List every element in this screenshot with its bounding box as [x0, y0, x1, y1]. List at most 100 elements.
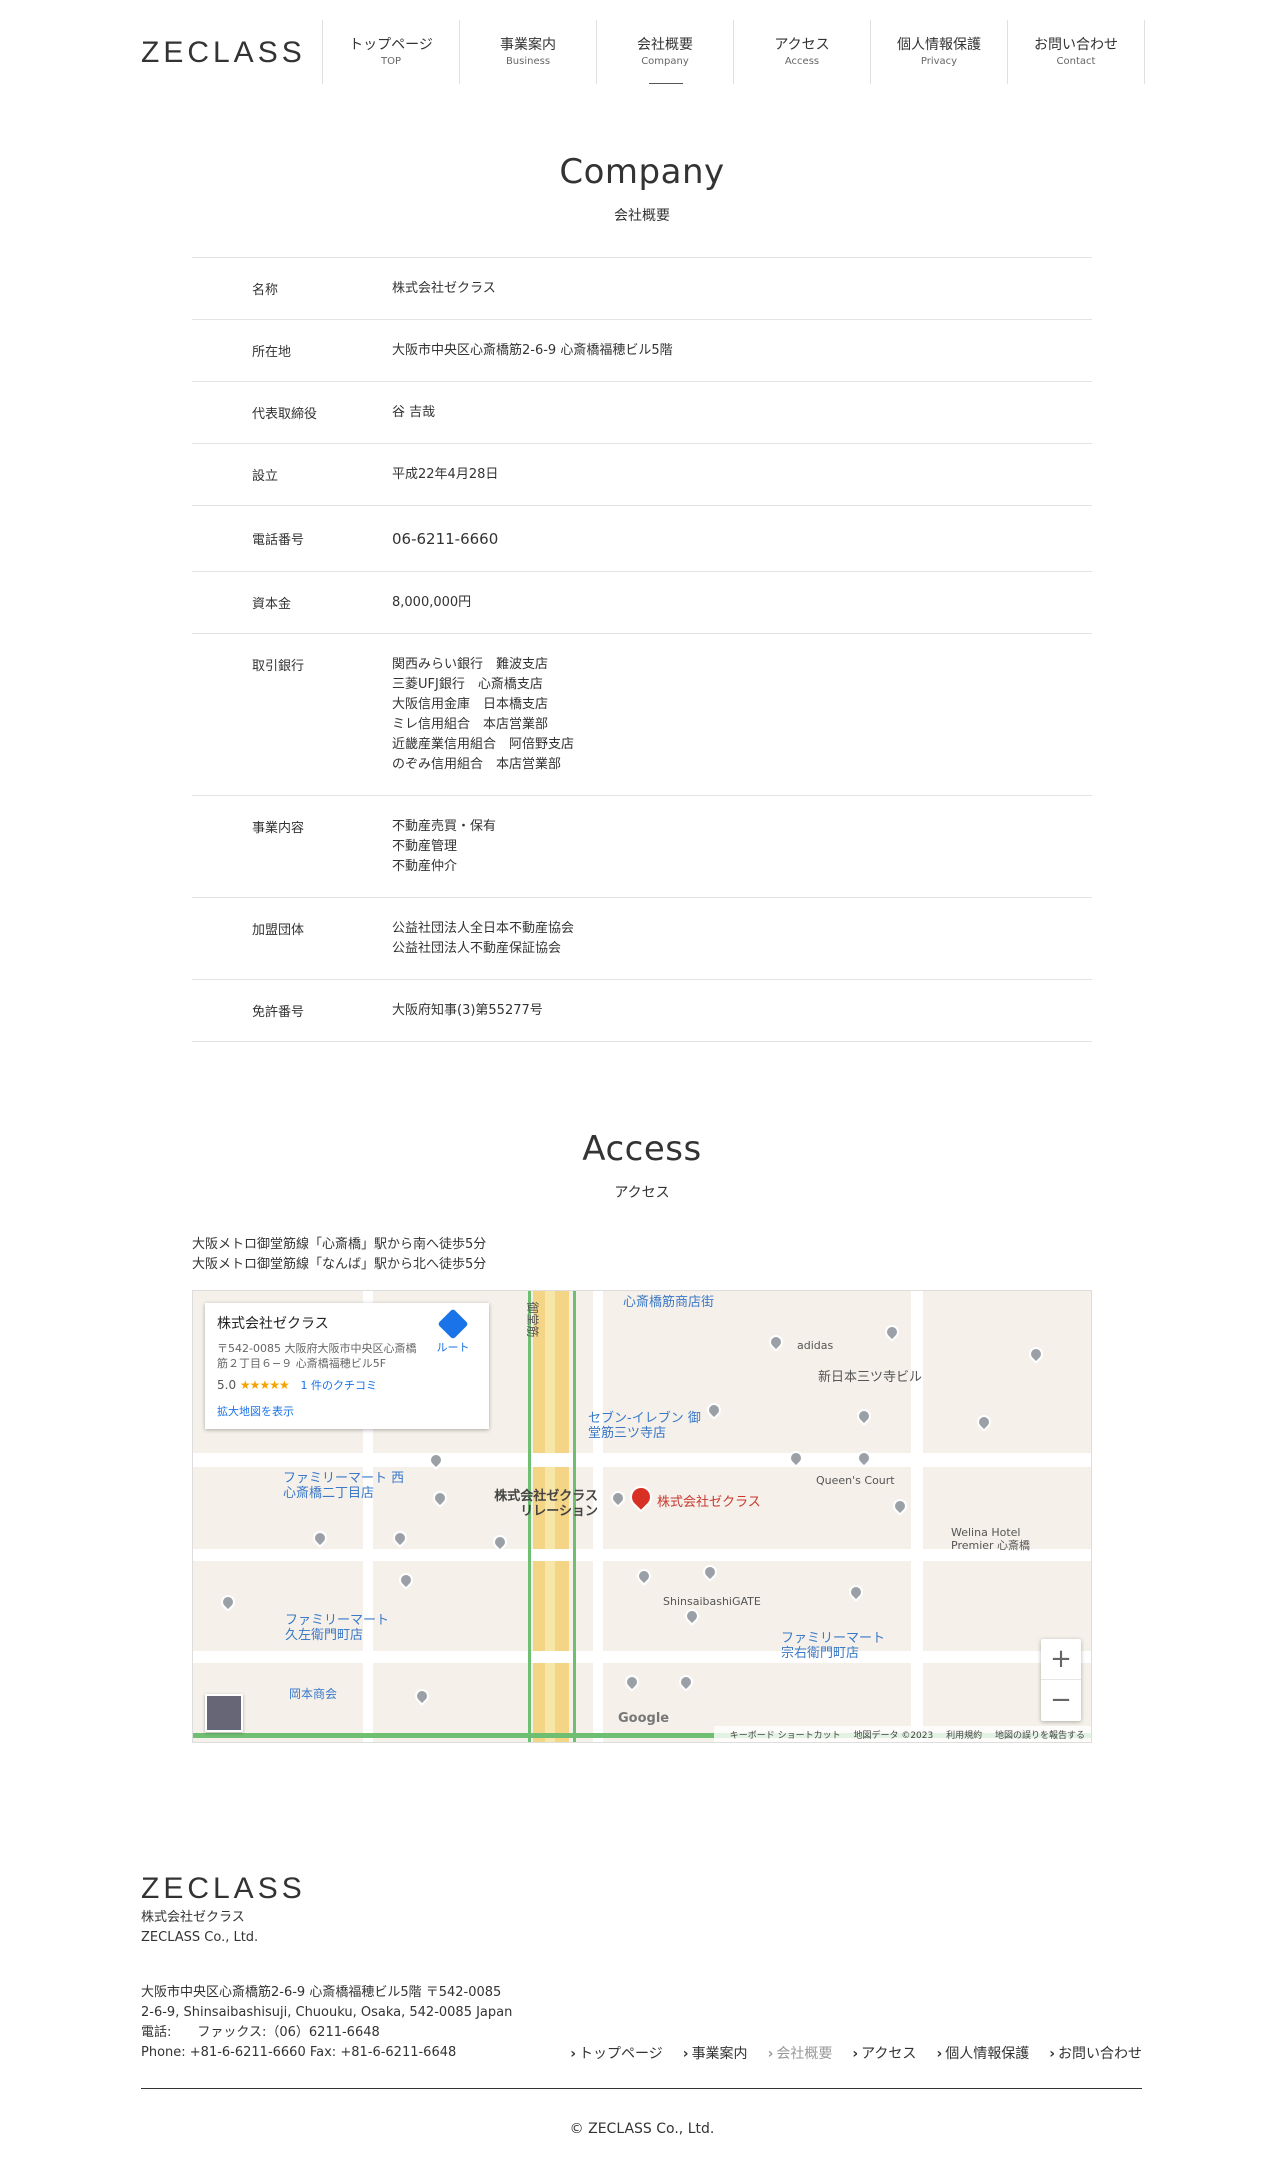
address-line: 2-6-9, Shinsaibashisuji, Chuouku, Osaka,…	[141, 2005, 513, 2020]
map-label-shopping: 心斎橋筋商店街	[623, 1295, 715, 1310]
map-label-mitsudera: 新日本三ツ寺ビル	[818, 1370, 923, 1385]
footer-nav-business[interactable]: › 事業案内	[683, 2043, 748, 2063]
nav-item-business[interactable]: 事業案内 Business	[459, 20, 596, 84]
value-line: 平成22年4月28日	[392, 466, 499, 482]
map-label-seven: セブン-イレブン 御堂筋三ツ寺店	[588, 1411, 701, 1441]
map-pin-icon[interactable]	[682, 1606, 702, 1626]
map-data-text: 地図データ ©2023	[853, 1731, 934, 1741]
map-pin-icon[interactable]	[622, 1672, 642, 1692]
map-label-okamoto: 岡本商会	[289, 1687, 338, 1701]
map-pin-icon[interactable]	[634, 1566, 654, 1586]
google-map[interactable]: 心斎橋筋商店街 セブン-イレブン 御堂筋三ツ寺店 ファミリーマート 西心斎橋二丁…	[192, 1290, 1092, 1743]
footer-logo[interactable]: ZECLASS	[141, 1872, 306, 1906]
table-row: 代表取締役 谷 吉哉	[192, 382, 1092, 444]
map-pin-icon[interactable]	[974, 1412, 994, 1432]
map-pin-icon[interactable]	[218, 1592, 238, 1612]
map-pin-icon[interactable]	[890, 1496, 910, 1516]
nav-label-en: Company	[641, 55, 689, 67]
map-pin-icon[interactable]	[430, 1488, 450, 1508]
nav-item-privacy[interactable]: 個人情報保護 Privacy	[870, 20, 1007, 84]
map-pin-icon[interactable]	[882, 1322, 902, 1342]
map-pin-icon[interactable]	[608, 1488, 628, 1508]
nav-label-ja: 事業案内	[500, 36, 556, 53]
table-row: 取引銀行 関西みらい銀行 難波支店 三菱UFJ銀行 心斎橋支店 大阪信用金庫 日…	[192, 634, 1092, 796]
value-line: のぞみ信用組合 本店営業部	[392, 757, 562, 772]
star-icon: ★★★★★	[239, 1378, 290, 1392]
footer-nav-contact[interactable]: › お問い合わせ	[1049, 2043, 1142, 2063]
value-line: 公益社団法人不動産保証協会	[392, 941, 562, 956]
value-line: 三菱UFJ銀行 心斎橋支店	[392, 677, 543, 692]
row-key: 電話番号	[252, 533, 305, 548]
company-name-en: ZECLASS Co., Ltd.	[141, 1930, 259, 1945]
address-line: Phone: +81-6-6211-6660 Fax: +81-6-6211-6…	[141, 2045, 457, 2060]
route-label: ルート	[436, 1341, 470, 1354]
satellite-toggle[interactable]	[205, 1694, 243, 1732]
company-subtitle: 会社概要	[614, 208, 670, 224]
table-row: 電話番号 06-6211-6660	[192, 506, 1092, 572]
map-marker-icon[interactable]	[625, 1481, 657, 1513]
map-pin-icon[interactable]	[1026, 1344, 1046, 1364]
nav-item-access[interactable]: アクセス Access	[733, 20, 870, 84]
nav-item-company[interactable]: 会社概要 Company	[596, 20, 733, 84]
zoom-in-button[interactable]: +	[1041, 1639, 1081, 1680]
map-pin-icon[interactable]	[854, 1406, 874, 1426]
keyboard-shortcuts-link[interactable]: キーボード ショートカット	[730, 1731, 841, 1741]
footer-nav-access[interactable]: › アクセス	[852, 2043, 916, 2063]
zoom-out-button[interactable]: −	[1041, 1680, 1081, 1721]
map-pin-icon[interactable]	[846, 1582, 866, 1602]
footer-nav-company[interactable]: › 会社概要	[768, 2043, 833, 2063]
nav-item-top[interactable]: トップページ TOP	[322, 20, 459, 84]
row-key: 代表取締役	[252, 407, 318, 422]
nav-item-contact[interactable]: お問い合わせ Contact	[1007, 20, 1144, 84]
larger-map-link[interactable]: 拡大地図を表示	[217, 1403, 477, 1419]
nav-label-ja: 個人情報保護	[897, 36, 981, 53]
value-line: 近畿産業信用組合 阿倍野支店	[392, 737, 575, 752]
footer-nav-top[interactable]: › トップページ	[570, 2043, 663, 2063]
terms-link[interactable]: 利用規約	[946, 1731, 982, 1741]
map-pin-icon[interactable]	[396, 1570, 416, 1590]
table-row: 所在地 大阪市中央区心斎橋筋2-6-9 心斎橋福穂ビル5階	[192, 320, 1092, 382]
nav-label-ja: トップページ	[349, 36, 433, 53]
nav-label-en: Business	[505, 55, 551, 67]
reviews-link[interactable]: 1 件のクチコミ	[301, 1379, 378, 1392]
row-key: 所在地	[252, 345, 292, 360]
report-error-link[interactable]: 地図の誤りを報告する	[995, 1731, 1085, 1741]
table-row: 事業内容 不動産売買・保有 不動産管理 不動産仲介	[192, 796, 1092, 898]
nav-label-ja: アクセス	[774, 36, 830, 53]
nav-label-en: Access	[784, 55, 820, 67]
site-logo[interactable]: ZECLASS	[141, 36, 306, 70]
site-header: ZECLASS トップページ TOP 事業案内 Business 会社概要 Co…	[0, 0, 1284, 96]
nav-label-ja: 会社概要	[637, 36, 693, 53]
value-line: 株式会社ゼクラス	[392, 280, 496, 296]
footer-nav-label: トップページ	[579, 2046, 663, 2062]
map-pin-icon[interactable]	[676, 1672, 696, 1692]
row-key: 加盟団体	[252, 923, 305, 938]
row-key: 設立	[252, 469, 279, 484]
map-road	[193, 1651, 1091, 1663]
main-nav: トップページ TOP 事業案内 Business 会社概要 Company アク…	[322, 20, 1145, 84]
map-pin-icon[interactable]	[310, 1528, 330, 1548]
nav-label-en: Privacy	[920, 55, 958, 67]
map-pin-icon[interactable]	[412, 1686, 432, 1706]
route-button[interactable]: ルート	[431, 1308, 475, 1355]
footer-nav-privacy[interactable]: › 個人情報保護	[936, 2043, 1029, 2063]
value-line: 不動産管理	[392, 839, 458, 854]
row-value: 大阪市中央区心斎橋筋2-6-9 心斎橋福穂ビル5階	[392, 341, 1092, 361]
map-label-gate: ShinsaibashiGATE	[663, 1595, 761, 1608]
footer-nav-label: 会社概要	[776, 2046, 833, 2062]
row-value: 大阪府知事(3)第55277号	[392, 1001, 1092, 1021]
row-value: 公益社団法人全日本不動産協会 公益社団法人不動産保証協会	[392, 919, 1092, 979]
footer-nav-label: お問い合わせ	[1058, 2046, 1142, 2062]
map-pin-icon[interactable]	[700, 1562, 720, 1582]
map-label-family1: ファミリーマート 西心斎橋二丁目店	[283, 1471, 405, 1501]
map-label-pin: 株式会社ゼクラス	[657, 1495, 761, 1510]
map-attribution: キーボード ショートカット 地図データ ©2023 利用規約 地図の誤りを報告す…	[713, 1726, 1091, 1742]
value-line: 谷 吉哉	[392, 404, 436, 420]
map-pin-icon[interactable]	[766, 1332, 786, 1352]
google-logo: Google	[618, 1711, 670, 1726]
copyright: © ZECLASS Co., Ltd.	[569, 2121, 715, 2137]
map-label-queens: Queen's Court	[816, 1474, 895, 1487]
map-pin-icon[interactable]	[390, 1528, 410, 1548]
footer-nav: › トップページ › 事業案内 › 会社概要 › アクセス › 個人情報保護 › お問い合わ…	[550, 2043, 1142, 2063]
value-line: 8,000,000円	[392, 594, 472, 610]
